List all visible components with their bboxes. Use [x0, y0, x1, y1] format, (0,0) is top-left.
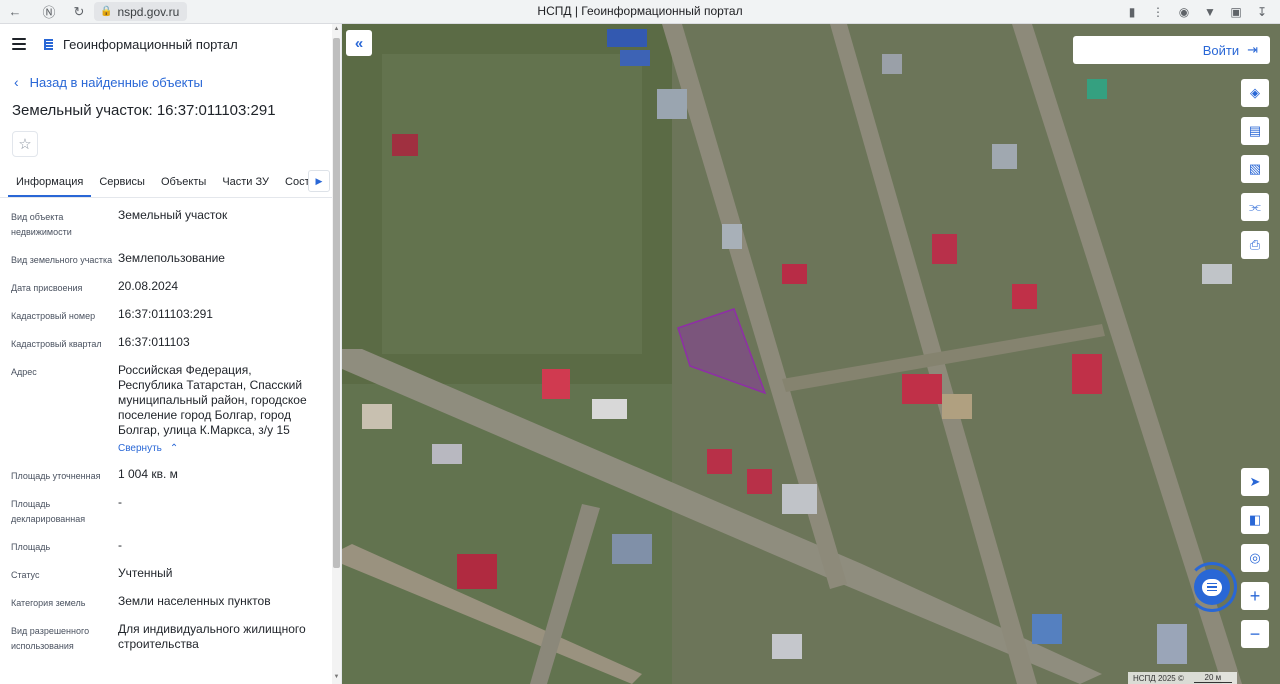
tab-objects[interactable]: Объекты — [153, 170, 214, 197]
zoom-in-icon[interactable]: + — [1241, 582, 1269, 610]
favorite-star-icon[interactable]: ☆ — [12, 131, 38, 157]
property-key: Вид объекта недвижимости — [11, 212, 72, 237]
window-icon[interactable]: ▣ — [1226, 2, 1246, 22]
sidebar-header: Геоинформационный портал — [0, 24, 341, 64]
back-link-label: Назад в найденные объекты — [29, 74, 203, 90]
property-row: Вид земельного участка Землепользование — [11, 251, 322, 268]
collapse-panel-icon[interactable]: « — [346, 30, 372, 56]
sidebar-scrollbar[interactable]: ▲ ▼ — [332, 24, 341, 684]
info-sidebar: Геоинформационный портал ‹ Назад в найде… — [0, 24, 342, 684]
share-icon[interactable]: ⫘ — [1241, 193, 1269, 221]
minimap-icon[interactable]: ◧ — [1241, 506, 1269, 534]
property-key: Вид разрешенного использования — [11, 626, 90, 651]
address-value: Российская Федерация, Республика Татарст… — [118, 363, 307, 437]
layers-icon[interactable]: ◈ — [1241, 79, 1269, 107]
property-row: Вид объекта недвижимости Земельный участ… — [11, 208, 322, 240]
property-row: Площадь - — [11, 538, 322, 555]
property-value: Землепользование — [118, 251, 225, 265]
property-row: Категория земель Земли населенных пункто… — [11, 594, 322, 611]
extension-icon[interactable]: ◉ — [1174, 2, 1194, 22]
property-value: - — [118, 538, 122, 552]
tab-services[interactable]: Сервисы — [91, 170, 153, 197]
bookmark-icon[interactable]: ▮ — [1122, 2, 1142, 22]
property-key: Кадастровый квартал — [11, 339, 102, 349]
property-list: Вид объекта недвижимости Земельный участ… — [0, 208, 322, 654]
lock-icon: 🔒 — [100, 6, 113, 17]
info-tabs: Информация Сервисы Объекты Части ЗУ Состав ▶ — [0, 170, 332, 198]
property-key: Кадастровый номер — [11, 311, 96, 321]
property-value: Для индивидуального жилищного строительс… — [118, 622, 306, 651]
download-icon[interactable]: ▼ — [1200, 2, 1220, 22]
login-button[interactable]: Войти ⇥ — [1073, 36, 1270, 64]
chat-icon — [1202, 578, 1222, 596]
collapse-address-link[interactable]: Свернуть ⌃ — [118, 441, 178, 456]
satellite-imagery — [342, 24, 1280, 684]
browser-toolbar: ← Ⓝ ↻ 🔒 nspd.gov.ru НСПД | Геоинформацио… — [0, 0, 1280, 24]
property-value: - — [118, 495, 122, 509]
property-key: Площадь — [11, 542, 51, 552]
property-key: Статус — [11, 570, 40, 580]
property-value: 1 004 кв. м — [118, 467, 178, 481]
reload-icon[interactable]: ↻ — [68, 1, 90, 23]
property-key: Адрес — [11, 367, 37, 377]
chevron-left-icon: ‹ — [14, 74, 19, 90]
property-value: 20.08.2024 — [118, 279, 179, 293]
back-to-results-link[interactable]: ‹ Назад в найденные объекты — [0, 72, 341, 92]
property-value: Земельный участок — [118, 208, 228, 222]
portal-title: Геоинформационный портал — [63, 36, 238, 52]
property-row: Площадь уточненная 1 004 кв. м — [11, 467, 322, 484]
property-row: Вид разрешенного использования Для индив… — [11, 622, 322, 654]
property-key: Дата присвоения — [11, 283, 83, 293]
collapse-link-label: Свернуть — [118, 443, 162, 454]
property-row: Кадастровый номер 16:37:011103:291 — [11, 307, 322, 324]
geolocate-icon[interactable]: ➤ — [1241, 468, 1269, 496]
chat-button[interactable] — [1187, 562, 1237, 612]
downloads-icon[interactable]: ↧ — [1252, 2, 1272, 22]
property-row: Статус Учтенный — [11, 566, 322, 583]
tab-parts[interactable]: Части ЗУ — [214, 170, 277, 197]
portal-logo-icon — [44, 39, 53, 50]
more-icon[interactable]: ⋮ — [1148, 2, 1168, 22]
chevron-up-icon: ⌃ — [169, 443, 179, 454]
property-value: 16:37:011103:291 — [118, 307, 213, 321]
login-label: Войти — [1202, 42, 1240, 58]
scroll-up-icon[interactable]: ▲ — [332, 26, 341, 32]
property-key: Площадь уточненная — [11, 471, 101, 481]
address-bar[interactable]: 🔒 nspd.gov.ru — [94, 2, 188, 21]
yandex-icon[interactable]: Ⓝ — [38, 1, 60, 23]
tab-title: НСПД | Геоинформационный портал — [537, 4, 743, 18]
scroll-down-icon[interactable]: ▼ — [332, 674, 341, 680]
scale-bar: 20 м — [1193, 673, 1232, 683]
map-attribution: НСПД 2025 © 20 м — [1128, 672, 1237, 684]
satellite-map[interactable]: « Войти ⇥ ◈ ▤ ▧ ⫘ ⎙ ➤ ◧ ◎ + − НСПД 2025 … — [342, 24, 1280, 684]
login-icon: ⇥ — [1247, 42, 1258, 57]
property-key: Вид земельного участка — [11, 255, 113, 265]
property-value: 16:37:011103 — [118, 335, 190, 349]
property-row: Адрес Российская Федерация, Республика Т… — [11, 363, 322, 456]
back-arrow-icon[interactable]: ← — [4, 1, 26, 23]
scrollbar-thumb[interactable] — [333, 38, 340, 568]
property-row: Дата присвоения 20.08.2024 — [11, 279, 322, 296]
attribution-text: НСПД 2025 © — [1133, 673, 1184, 683]
property-value: Земли населенных пунктов — [118, 594, 271, 608]
object-title: Земельный участок: 16:37:011103:291 — [12, 102, 276, 119]
print-icon[interactable]: ⎙ — [1241, 231, 1269, 259]
menu-icon[interactable] — [12, 38, 26, 50]
tab-information[interactable]: Информация — [8, 170, 92, 197]
property-key: Категория земель — [11, 598, 86, 608]
property-row: Кадастровый квартал 16:37:011103 — [11, 335, 322, 352]
ruler-icon[interactable]: ▤ — [1241, 117, 1269, 145]
tabs-scroll-right-icon[interactable]: ▶ — [308, 170, 330, 192]
property-value: Учтенный — [118, 566, 173, 580]
location-pin-icon[interactable]: ◎ — [1241, 544, 1269, 572]
zoom-out-icon[interactable]: − — [1241, 620, 1269, 648]
property-row: Площадь декларированная - — [11, 495, 322, 527]
property-key: Площадь декларированная — [11, 499, 86, 524]
address-text: nspd.gov.ru — [117, 4, 180, 19]
select-area-icon[interactable]: ▧ — [1241, 155, 1269, 183]
